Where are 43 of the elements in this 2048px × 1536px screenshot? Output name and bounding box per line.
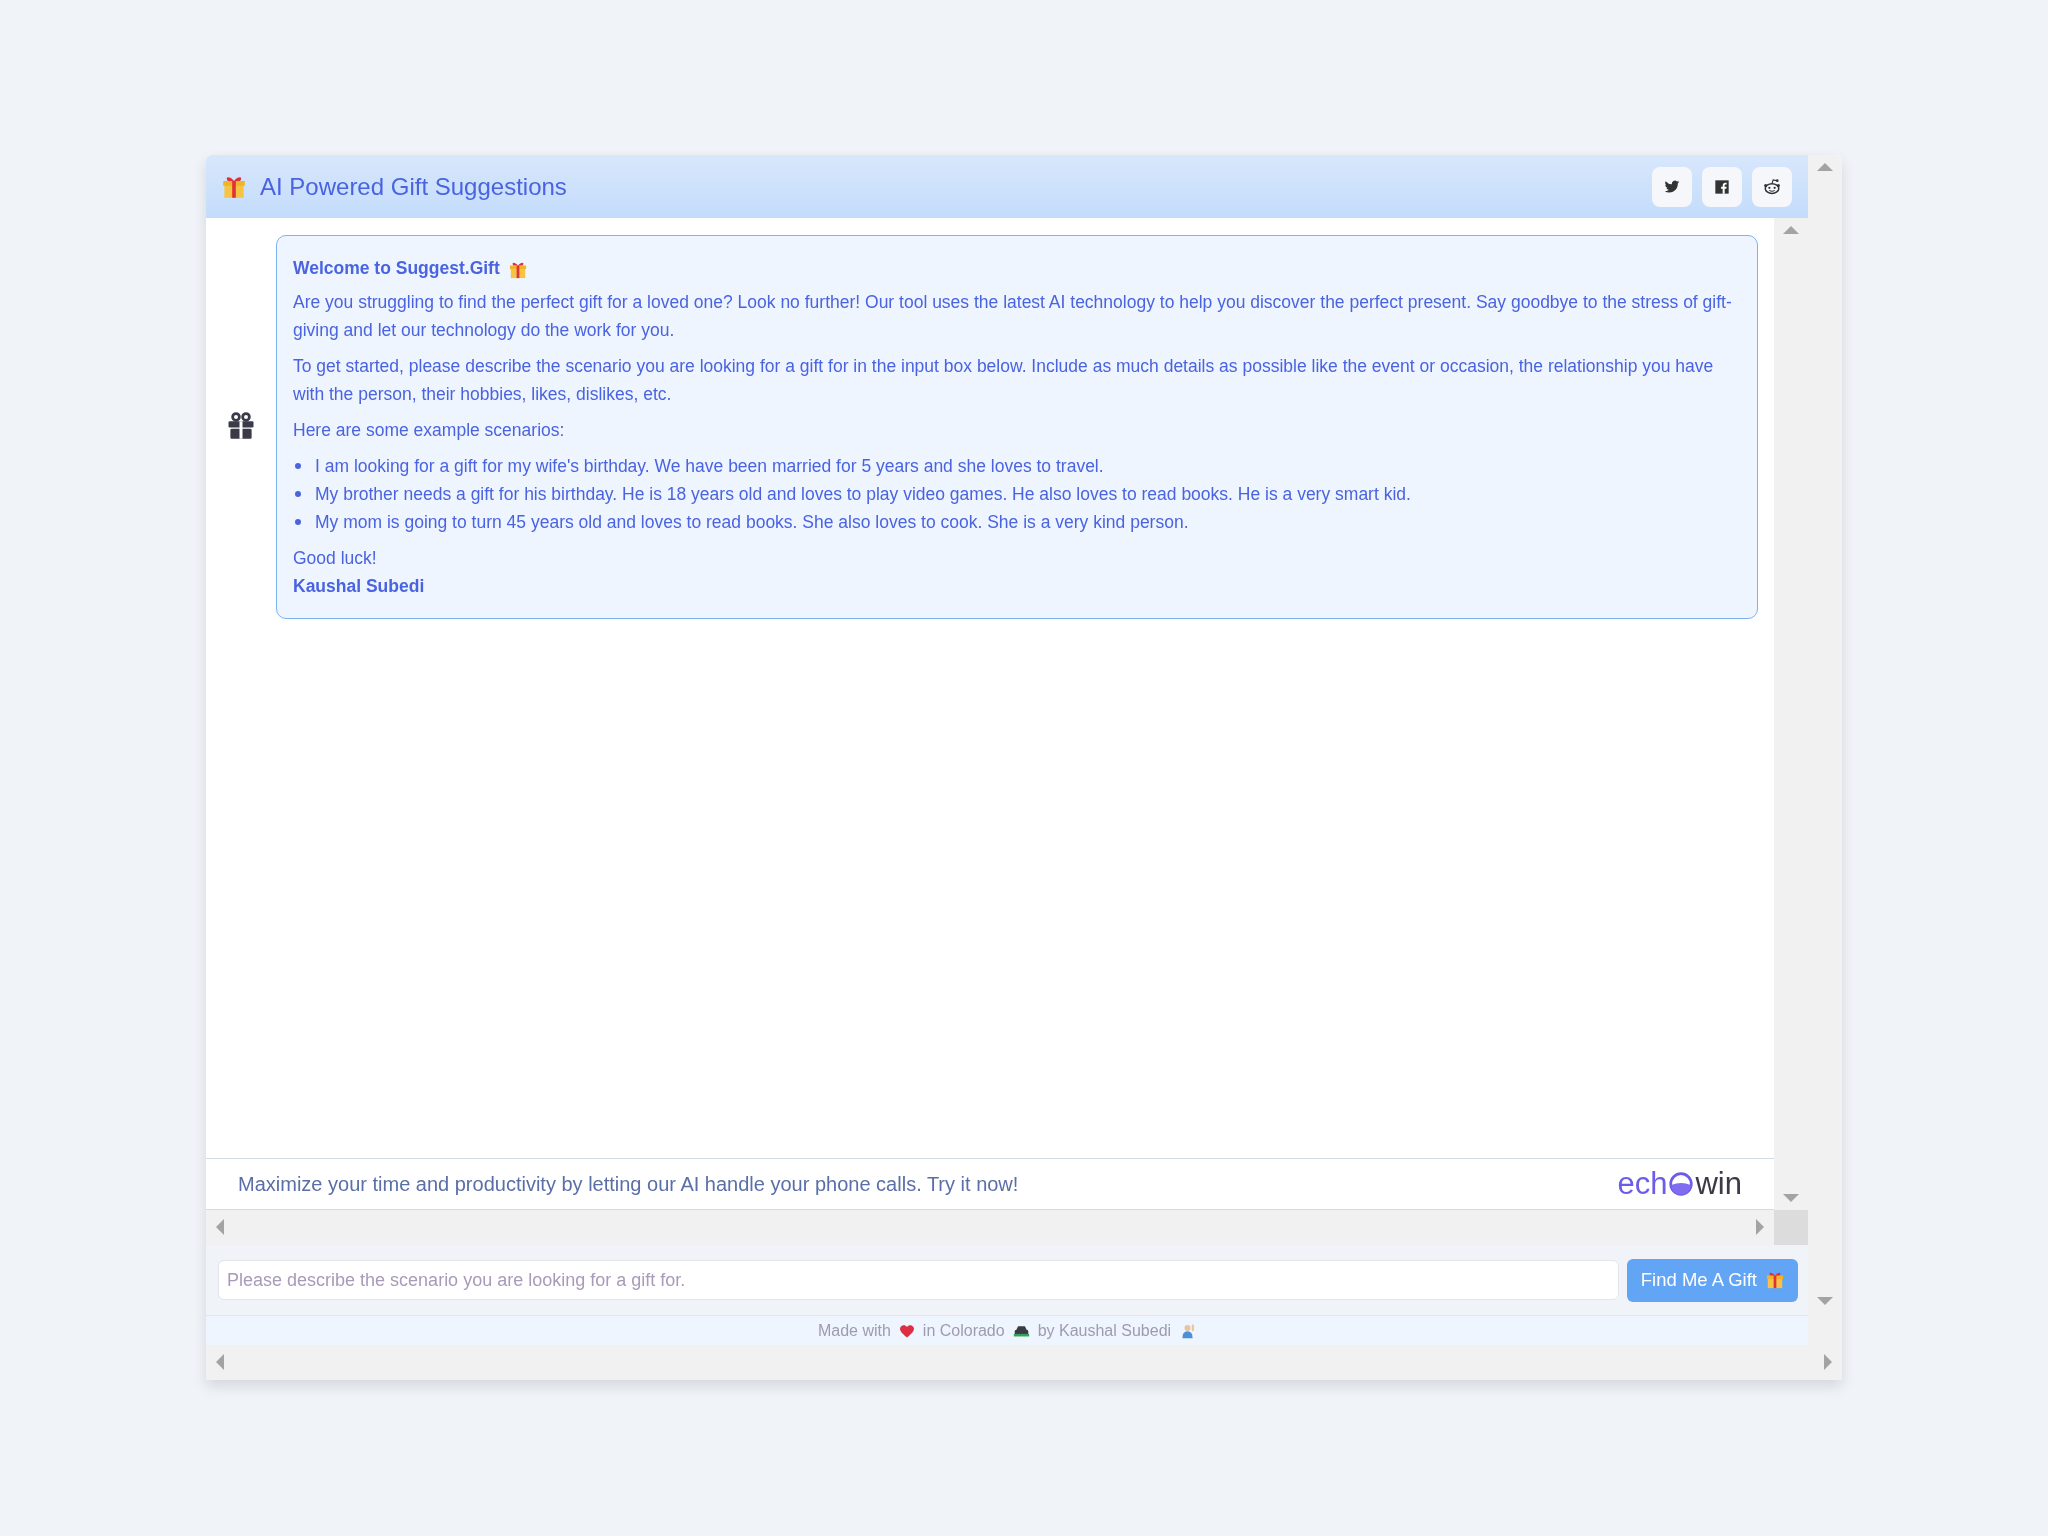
scroll-up-icon[interactable] (1783, 226, 1799, 234)
twitter-bird-icon (1664, 178, 1680, 195)
bullet-icon (295, 463, 301, 469)
scrollbar-corner (1774, 1210, 1808, 1245)
scroll-up-icon[interactable] (1817, 163, 1833, 171)
message-title: Welcome to Suggest.Gift (293, 257, 500, 280)
closing-text: Good luck! (293, 547, 378, 570)
person-waving-icon (1179, 1322, 1197, 1339)
message-paragraph: Here are some example scenarios: (293, 419, 566, 442)
scroll-left-icon[interactable] (216, 1354, 224, 1370)
ad-banner[interactable]: Maximize your time and productivity by letting our AI handle your phone calls. Try it now! ech win (206, 1158, 1774, 1210)
scroll-right-icon[interactable] (1756, 1219, 1764, 1235)
scroll-down-icon[interactable] (1783, 1194, 1799, 1202)
scroll-right-icon[interactable] (1824, 1354, 1832, 1370)
bullet-icon (295, 519, 301, 525)
echowin-logo[interactable]: ech win (1617, 1166, 1742, 1202)
share-button[interactable] (1652, 166, 1692, 207)
reddit-alien-icon (1763, 177, 1781, 196)
facebook-icon (1714, 178, 1730, 195)
scroll-left-icon[interactable] (216, 1219, 224, 1235)
footer-text: by Kaushal Subedi (1037, 1321, 1172, 1340)
share-button[interactable] (1752, 166, 1792, 207)
ad-text: Maximize your time and productivity by letting our AI handle your phone calls. Try it now! (238, 1172, 1019, 1196)
heart-icon (898, 1322, 915, 1339)
footer-text: Made with (817, 1321, 891, 1340)
bullet-icon (295, 491, 301, 497)
app-title: AI Powered Gift Suggestions (260, 172, 568, 201)
footer-text: in Colorado (922, 1321, 1005, 1340)
scrollbar[interactable] (206, 1345, 1842, 1380)
example-text: My brother needs a gift for his birthday. He is 18 years old and loves to play video games. He also loves to read books. He is a very smart kid. (315, 483, 1411, 506)
scenario-input-field[interactable]: Please describe the scenario you are looking for a gift for. (218, 1260, 1619, 1300)
gift-icon (1766, 1271, 1784, 1289)
scrollbar[interactable] (1774, 218, 1808, 1210)
signature: Kaushal Subedi (293, 575, 426, 598)
example-text: I am looking for a gift for my wife's birthday. We have been married for 5 years and she loves to travel. (315, 455, 1104, 478)
message-paragraph: To get started, please describe the scenario you are looking for a gift for in the input box below. Include as much details as possible like the event or occasion, the relationship you have with the person, their hobbies, likes, dislikes, etc. (293, 355, 1715, 406)
gift-icon (222, 174, 246, 199)
gift-icon (226, 410, 256, 440)
scrollbar[interactable] (206, 1210, 1774, 1245)
example-text: My mom is going to turn 45 years old and loves to read books. She also loves to cook. She is a very kind person. (315, 511, 1189, 534)
scroll-down-icon[interactable] (1817, 1297, 1833, 1305)
share-button[interactable] (1702, 166, 1742, 207)
message-paragraph: Are you struggling to find the perfect gift for a loved one? Look no further! Our tool uses the latest AI technology to help you discover the perfect present. Say goodbye to the stress of gift-giving and let our technology do the work for you. (293, 291, 1733, 342)
